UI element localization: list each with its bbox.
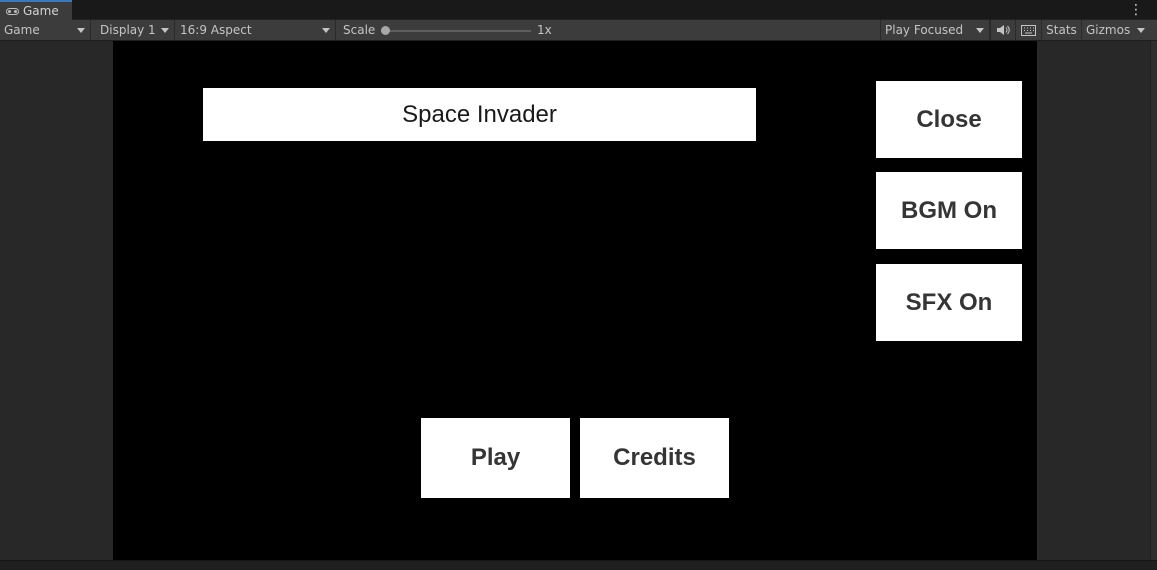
- tab-game-label: Game: [23, 4, 59, 18]
- scale-value: 1x: [537, 23, 552, 37]
- speaker-icon: [997, 25, 1010, 35]
- bgm-toggle-button[interactable]: BGM On: [876, 172, 1022, 249]
- close-button[interactable]: Close: [876, 81, 1022, 158]
- view-mode-value: Game: [4, 23, 40, 37]
- scale-slider-thumb[interactable]: [381, 26, 390, 35]
- kebab-menu-icon[interactable]: ⋮: [1129, 2, 1143, 18]
- chevron-down-icon: [1137, 28, 1145, 33]
- game-canvas[interactable]: Space Invader Close BGM On SFX On Play C…: [113, 41, 1037, 560]
- play-mode-dropdown[interactable]: Play Focused: [880, 20, 990, 40]
- mute-audio-button[interactable]: [990, 20, 1015, 40]
- stats-keyboard-button[interactable]: [1015, 20, 1041, 40]
- scale-label: Scale: [343, 23, 376, 37]
- viewport-scrollbar[interactable]: [1150, 41, 1157, 560]
- chevron-down-icon: [77, 28, 85, 33]
- chevron-down-icon: [976, 28, 984, 33]
- gizmos-label: Gizmos: [1086, 23, 1131, 37]
- display-dropdown[interactable]: Display 1: [96, 20, 175, 40]
- game-title: Space Invader: [203, 88, 756, 141]
- stats-label: Stats: [1046, 23, 1077, 37]
- gamepad-icon: [6, 7, 19, 15]
- chevron-down-icon: [322, 28, 330, 33]
- game-viewport: Space Invader Close BGM On SFX On Play C…: [0, 41, 1157, 560]
- display-value: Display 1: [100, 23, 156, 37]
- aspect-value: 16:9 Aspect: [180, 23, 252, 37]
- stats-button[interactable]: Stats: [1041, 20, 1081, 40]
- keyboard-icon: [1021, 24, 1036, 36]
- credits-button[interactable]: Credits: [580, 418, 729, 498]
- play-button[interactable]: Play: [421, 418, 570, 498]
- view-mode-dropdown[interactable]: Game: [0, 20, 91, 40]
- gizmos-dropdown[interactable]: [1133, 20, 1149, 40]
- sfx-toggle-button[interactable]: SFX On: [876, 264, 1022, 341]
- scale-slider-track[interactable]: [385, 30, 531, 32]
- aspect-dropdown[interactable]: 16:9 Aspect: [176, 20, 336, 40]
- play-mode-value: Play Focused: [885, 23, 964, 37]
- tab-bar: Game ⋮: [0, 0, 1157, 20]
- game-toolbar: Game Display 1 16:9 Aspect Scale 1x Play…: [0, 20, 1157, 41]
- tab-game[interactable]: Game: [0, 0, 72, 20]
- chevron-down-icon: [161, 28, 169, 33]
